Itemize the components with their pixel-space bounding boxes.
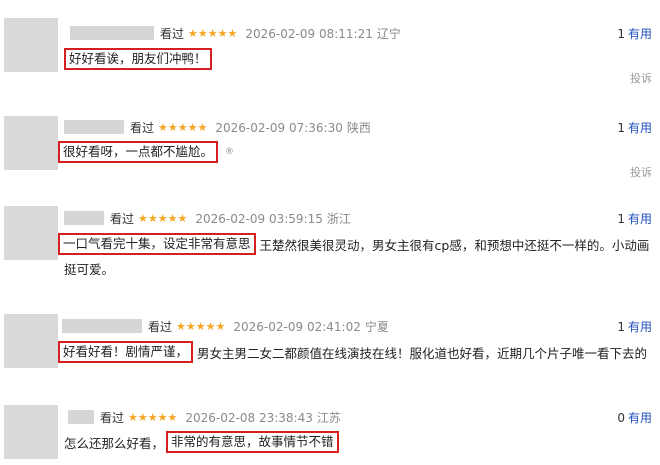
username-redacted[interactable]: [62, 319, 142, 333]
review-item: 看过 ★ ★ ★ ★ ★ 2026-02-09 08:11:21 辽宁 1 有用 好好看诶…: [0, 0, 660, 100]
username-redacted[interactable]: [70, 26, 154, 40]
review-text-prefix: 怎么还那么好看，: [64, 435, 165, 451]
review-content-continued: 挺可爱。: [64, 259, 114, 278]
report-link[interactable]: 投诉: [630, 70, 652, 86]
rating-stars: ★ ★ ★ ★ ★: [176, 319, 226, 333]
useful-label: 有用: [627, 121, 652, 135]
star-icon: ★: [128, 410, 138, 424]
useful-count: 1: [617, 320, 625, 334]
star-icon: ★: [197, 120, 208, 134]
review-location: 辽宁: [376, 27, 401, 41]
rating-stars: ★ ★ ★ ★ ★: [188, 26, 238, 40]
star-icon: ★: [197, 26, 208, 40]
review-date: 2026-02-09 03:59:15: [195, 211, 323, 226]
useful-button[interactable]: 0 有用: [617, 409, 652, 426]
star-icon: ★: [205, 319, 216, 333]
star-icon: ★: [217, 26, 228, 40]
star-icon: ★: [195, 319, 206, 333]
flag-icon[interactable]: ®: [225, 147, 234, 157]
review-location: 江苏: [316, 411, 341, 425]
review-text: 王楚然很美很灵动，男女主很有cp感，和预想中还挺不一样的。小动画: [259, 237, 650, 253]
watched-label: 看过: [130, 121, 155, 135]
useful-label: 有用: [627, 411, 652, 425]
star-icon: ★: [176, 319, 186, 333]
useful-label: 有用: [627, 212, 652, 226]
watched-label: 看过: [110, 212, 135, 226]
star-icon: ★: [177, 120, 188, 134]
review-text: 男女主男二女二都颜值在线演技在线！服化道也好看，近期几个片子唯一看下去的: [197, 345, 648, 361]
avatar[interactable]: [4, 206, 58, 260]
useful-label: 有用: [627, 27, 652, 41]
avatar[interactable]: [4, 18, 58, 72]
highlighted-text: 好好看诶，朋友们冲鸭！: [64, 48, 212, 70]
report-link[interactable]: 投诉: [630, 164, 652, 180]
useful-count: 1: [617, 212, 625, 226]
star-icon: ★: [147, 410, 158, 424]
star-icon: ★: [177, 211, 188, 225]
username-redacted[interactable]: [64, 120, 124, 134]
highlighted-text: 很好看呀，一点都不尴尬。: [58, 141, 219, 163]
review-location: 浙江: [326, 212, 351, 226]
review-content: 很好看呀，一点都不尴尬。 ®: [58, 141, 234, 163]
star-icon: ★: [188, 26, 198, 40]
star-icon: ★: [185, 319, 196, 333]
useful-label: 有用: [627, 320, 652, 334]
review-meta: 看过 ★ ★ ★ ★ ★ 2026-02-09 02:41:02 宁夏: [148, 318, 389, 335]
username-redacted[interactable]: [68, 410, 94, 424]
rating-stars: ★ ★ ★ ★ ★: [138, 211, 188, 225]
review-content: 怎么还那么好看， 非常的有意思，故事情节不错: [64, 431, 343, 453]
review-location: 陕西: [346, 121, 371, 135]
star-icon: ★: [167, 120, 178, 134]
review-content: 好看好看！剧情严谨， 男女主男二女二都颜值在线演技在线！服化道也好看，近期几个片…: [58, 341, 647, 363]
useful-button[interactable]: 1 有用: [617, 210, 652, 227]
review-date: 2026-02-09 07:36:30: [215, 120, 343, 135]
review-item: 看过 ★ ★ ★ ★ ★ 2026-02-09 07:36:30 陕西 1 有用 很好看呀…: [0, 100, 660, 200]
review-meta: 看过 ★ ★ ★ ★ ★ 2026-02-09 03:59:15 浙江: [110, 210, 351, 227]
star-icon: ★: [167, 211, 178, 225]
star-icon: ★: [137, 410, 148, 424]
star-icon: ★: [157, 211, 168, 225]
star-icon: ★: [158, 120, 168, 134]
review-content: 好好看诶，朋友们冲鸭！: [64, 48, 216, 70]
star-icon: ★: [227, 26, 238, 40]
review-date: 2026-02-09 08:11:21: [245, 26, 373, 41]
useful-count: 1: [617, 121, 625, 135]
watched-label: 看过: [160, 27, 185, 41]
rating-stars: ★ ★ ★ ★ ★: [128, 410, 178, 424]
highlighted-text: 一口气看完十集，设定非常有意思: [58, 233, 256, 255]
review-content: 一口气看完十集，设定非常有意思 王楚然很美很灵动，男女主很有cp感，和预想中还挺…: [58, 233, 649, 255]
avatar[interactable]: [4, 405, 58, 459]
review-item: 看过 ★ ★ ★ ★ ★ 2026-02-08 23:38:43 江苏 0 有用 怎么还那…: [0, 395, 660, 465]
useful-count: 0: [617, 411, 625, 425]
review-meta: 看过 ★ ★ ★ ★ ★ 2026-02-09 08:11:21 辽宁: [160, 25, 401, 42]
review-meta: 看过 ★ ★ ★ ★ ★ 2026-02-09 07:36:30 陕西: [130, 119, 371, 136]
avatar[interactable]: [4, 314, 58, 368]
useful-button[interactable]: 1 有用: [617, 25, 652, 42]
username-redacted[interactable]: [64, 211, 104, 225]
star-icon: ★: [167, 410, 178, 424]
review-date: 2026-02-08 23:38:43: [185, 410, 313, 425]
review-date: 2026-02-09 02:41:02: [233, 319, 361, 334]
star-icon: ★: [187, 120, 198, 134]
review-item: 看过 ★ ★ ★ ★ ★ 2026-02-09 03:59:15 浙江 1 有用 一口气看…: [0, 200, 660, 290]
highlighted-text: 好看好看！剧情严谨，: [58, 341, 194, 363]
star-icon: ★: [157, 410, 168, 424]
star-icon: ★: [138, 211, 148, 225]
useful-button[interactable]: 1 有用: [617, 119, 652, 136]
watched-label: 看过: [100, 411, 125, 425]
star-icon: ★: [207, 26, 218, 40]
review-text-line2: 挺可爱。: [64, 262, 115, 277]
useful-button[interactable]: 1 有用: [617, 318, 652, 335]
review-item: 看过 ★ ★ ★ ★ ★ 2026-02-09 02:41:02 宁夏 1 有用 好看好看…: [0, 300, 660, 390]
star-icon: ★: [215, 319, 226, 333]
highlighted-text: 非常的有意思，故事情节不错: [166, 431, 339, 453]
avatar[interactable]: [4, 116, 58, 170]
star-icon: ★: [147, 211, 158, 225]
review-location: 宁夏: [364, 320, 389, 334]
rating-stars: ★ ★ ★ ★ ★: [158, 120, 208, 134]
watched-label: 看过: [148, 320, 173, 334]
useful-count: 1: [617, 27, 625, 41]
review-meta: 看过 ★ ★ ★ ★ ★ 2026-02-08 23:38:43 江苏: [100, 409, 341, 426]
